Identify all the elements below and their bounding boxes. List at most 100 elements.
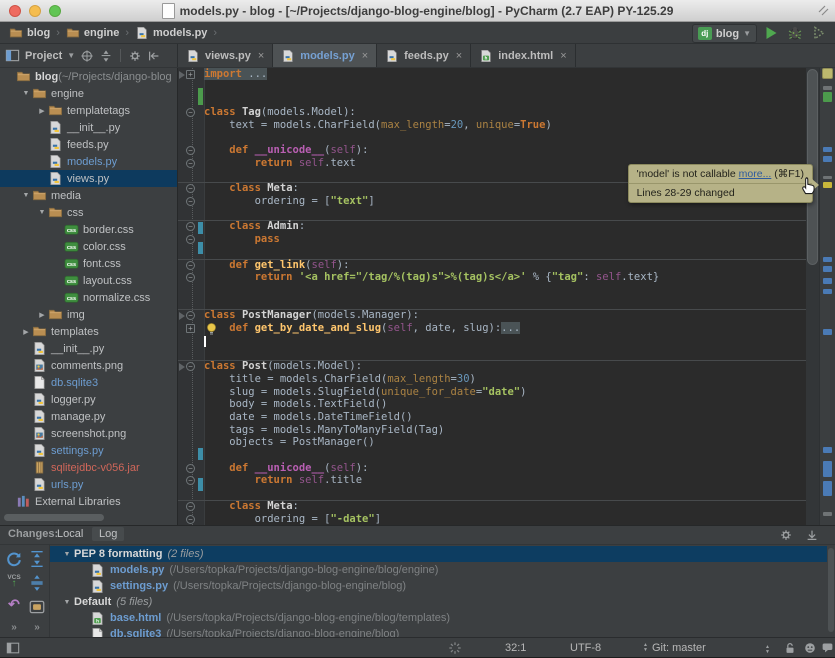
- tree-arrow-icon[interactable]: ▼: [60, 599, 74, 606]
- run-button[interactable]: [763, 25, 779, 41]
- tree-arrow-icon[interactable]: ▼: [20, 90, 32, 97]
- code-line[interactable]: text = models.CharField(max_length=20, u…: [178, 119, 835, 132]
- code-line[interactable]: body = models.TextField(): [178, 398, 835, 411]
- code-line[interactable]: def get_by_date_and_slug(self, date, slu…: [178, 322, 835, 335]
- inspector-icon[interactable]: [803, 641, 817, 655]
- toolwindow-switcher-icon[interactable]: [6, 641, 20, 655]
- tree-row-settings-py[interactable]: settings.py: [0, 442, 177, 459]
- tree-row-views-py[interactable]: views.py: [0, 170, 177, 187]
- tree-row-templates[interactable]: ▶templates: [0, 323, 177, 340]
- stripe-mark[interactable]: [823, 182, 832, 188]
- tree-row-screenshot-png[interactable]: screenshot.png: [0, 425, 177, 442]
- changes-scrollbar[interactable]: [828, 548, 834, 632]
- updown-arrows-icon[interactable]: ▲▼: [765, 645, 770, 655]
- stripe-mark[interactable]: [823, 156, 832, 162]
- code-line[interactable]: return self.title: [178, 474, 835, 487]
- tree-row-normalize-css[interactable]: normalize.css: [0, 289, 177, 306]
- editor-tab-views-py[interactable]: views.py×: [178, 44, 273, 67]
- stripe-mark[interactable]: [823, 289, 832, 294]
- run-config-selector[interactable]: dj blog ▼: [692, 24, 757, 43]
- code-line[interactable]: def __unicode__(self):: [178, 144, 835, 157]
- stripe-mark[interactable]: [823, 512, 832, 516]
- code-line[interactable]: slug = models.SlugField(unique_for_date=…: [178, 386, 835, 399]
- code-line[interactable]: [178, 246, 835, 259]
- tree-row-layout-css[interactable]: layout.css: [0, 272, 177, 289]
- code-line[interactable]: date = models.DateTimeField(): [178, 411, 835, 424]
- code-line[interactable]: [178, 297, 835, 310]
- tab-close-icon[interactable]: ×: [560, 50, 566, 62]
- stripe-mark[interactable]: [823, 447, 832, 453]
- preview-diff-icon[interactable]: [28, 598, 46, 616]
- chevron-down-icon[interactable]: ▼: [67, 51, 75, 60]
- tree-row-border-css[interactable]: border.css: [0, 221, 177, 238]
- tooltip-more-link[interactable]: more...: [739, 168, 772, 180]
- collapse-all-icon[interactable]: [99, 49, 113, 63]
- stripe-mark[interactable]: [823, 266, 832, 272]
- tree-arrow-icon[interactable]: ▼: [20, 192, 32, 199]
- code-line[interactable]: class Admin:: [178, 220, 835, 233]
- hide-panel-icon[interactable]: [805, 528, 819, 542]
- refresh-icon[interactable]: [5, 550, 23, 568]
- vcs-branch[interactable]: ▲▼Git: master: [643, 642, 706, 654]
- stripe-mark[interactable]: [823, 147, 832, 152]
- code-line[interactable]: [178, 93, 835, 106]
- expand-all-icon[interactable]: [28, 550, 46, 568]
- editor-tab-index-html[interactable]: index.html×: [471, 44, 575, 67]
- tab-close-icon[interactable]: ×: [456, 50, 462, 62]
- lock-icon[interactable]: [783, 641, 797, 655]
- code-line[interactable]: tags = models.ManyToManyField(Tag): [178, 424, 835, 437]
- editor-scrollbar[interactable]: [806, 68, 819, 525]
- tree-row-__init__-py[interactable]: __init__.py: [0, 119, 177, 136]
- code-line[interactable]: [178, 347, 835, 360]
- tree-arrow-icon[interactable]: ▶: [36, 107, 48, 115]
- changes-tab-log[interactable]: Log: [92, 527, 124, 541]
- changes-tab-local[interactable]: Local: [50, 527, 90, 541]
- code-line[interactable]: import ...: [178, 68, 835, 81]
- tree-row-__init__-py[interactable]: __init__.py: [0, 340, 177, 357]
- code-line[interactable]: class Tag(models.Model):: [178, 106, 835, 119]
- tree-arrow-icon[interactable]: ▼: [36, 209, 48, 216]
- tree-row-feeds-py[interactable]: feeds.py: [0, 136, 177, 153]
- code-line[interactable]: return '<a href="/tag/%(tag)s">%(tag)s</…: [178, 271, 835, 284]
- stripe-mark[interactable]: [823, 278, 832, 284]
- scroll-to-source-icon[interactable]: [80, 49, 94, 63]
- revert-icon[interactable]: ↶: [5, 597, 23, 615]
- tree-row-External-Libraries[interactable]: External Libraries: [0, 493, 177, 510]
- tab-close-icon[interactable]: ×: [362, 50, 368, 62]
- code-line[interactable]: objects = PostManager(): [178, 436, 835, 449]
- gear-icon[interactable]: [779, 528, 793, 542]
- stripe-mark[interactable]: [823, 481, 832, 496]
- tree-row-media[interactable]: ▼media: [0, 187, 177, 204]
- editor-tab-models-py[interactable]: models.py×: [273, 44, 377, 67]
- stripe-mark[interactable]: [823, 176, 832, 179]
- code-line[interactable]: title = models.CharField(max_length=30): [178, 373, 835, 386]
- tree-row-blog[interactable]: blog (~/Projects/django-blog: [0, 68, 177, 85]
- gear-icon[interactable]: [128, 49, 142, 63]
- code-line[interactable]: ordering = ["-date"]: [178, 513, 835, 526]
- code-line[interactable]: [178, 208, 835, 221]
- tab-close-icon[interactable]: ×: [258, 50, 264, 62]
- tree-row-models-py[interactable]: models.py: [0, 153, 177, 170]
- stripe-mark[interactable]: [823, 329, 832, 335]
- error-stripe[interactable]: [819, 68, 835, 525]
- horizontal-scrollbar[interactable]: [4, 514, 104, 521]
- stripe-mark[interactable]: [823, 461, 832, 477]
- coverage-button[interactable]: [811, 25, 827, 41]
- tree-row-engine[interactable]: ▼engine: [0, 85, 177, 102]
- breadcrumb-item[interactable]: engine: [63, 24, 122, 42]
- changelist-row-PEP-8-formatting[interactable]: ▼PEP 8 formatting(2 files): [50, 546, 827, 562]
- project-panel-header[interactable]: Project ▼: [0, 44, 178, 67]
- tree-row-templatetags[interactable]: ▶templatetags: [0, 102, 177, 119]
- tree-row-comments-png[interactable]: comments.png: [0, 357, 177, 374]
- breadcrumb-item[interactable]: models.py: [132, 24, 210, 42]
- tree-arrow-icon[interactable]: ▶: [20, 328, 32, 336]
- editor-tab-feeds-py[interactable]: feeds.py×: [377, 44, 471, 67]
- resize-grip-icon[interactable]: [818, 5, 829, 16]
- code-line[interactable]: [178, 81, 835, 94]
- changed-file-row-settings-py[interactable]: settings.py(/Users/topka/Projects/django…: [50, 578, 827, 594]
- file-encoding[interactable]: UTF-8: [570, 642, 601, 654]
- code-line[interactable]: class Meta:: [178, 500, 835, 513]
- code-line[interactable]: [178, 132, 835, 145]
- tree-arrow-icon[interactable]: ▶: [36, 311, 48, 319]
- stripe-mark[interactable]: [823, 86, 832, 90]
